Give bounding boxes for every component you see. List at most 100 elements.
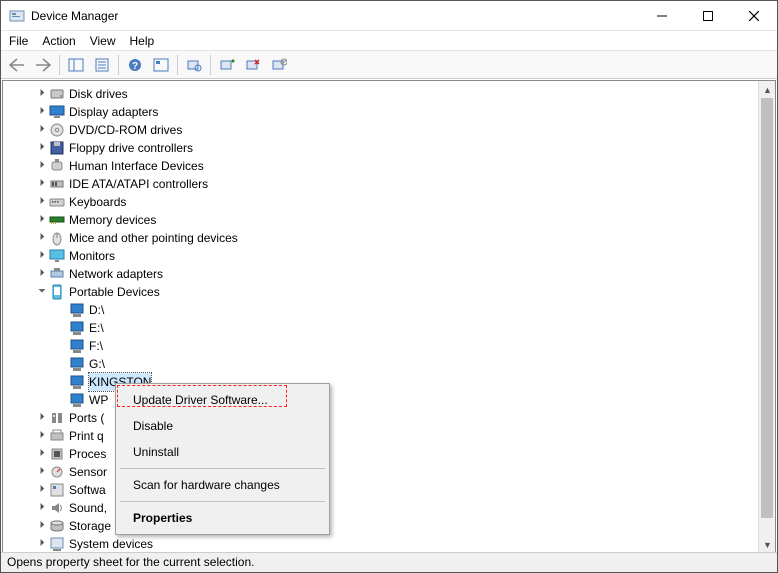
tree-label: Sensor [69, 463, 107, 481]
expand-arrow-icon[interactable]: ⏵ [35, 481, 49, 499]
tree-category[interactable]: ⏵ Monitors [15, 247, 775, 265]
disable-button[interactable] [267, 54, 291, 76]
scan-hardware-button[interactable] [182, 54, 206, 76]
expand-arrow-icon[interactable]: ⏵ [35, 265, 49, 283]
tree-category[interactable]: ⏵ IDE ATA/ATAPI controllers [15, 175, 775, 193]
tree-label: Ports ( [69, 409, 104, 427]
expand-arrow-icon[interactable]: ⏵ [35, 247, 49, 265]
scroll-down-button[interactable]: ▼ [759, 536, 776, 553]
context-menu-separator [120, 501, 325, 502]
minimize-button[interactable] [639, 1, 685, 30]
properties-button[interactable] [90, 54, 114, 76]
tree-device[interactable]: G:\ [15, 355, 775, 373]
device-tree-pane: ⏵ Disk drives⏵Display adapters⏵DVD/CD-ROM… [2, 80, 776, 554]
context-menu-item[interactable]: Disable [119, 413, 326, 439]
window-title: Device Manager [31, 9, 639, 23]
action-button[interactable] [149, 54, 173, 76]
cpu-icon [49, 446, 65, 462]
tree-device[interactable]: E:\ [15, 319, 775, 337]
memory-icon [49, 212, 65, 228]
tree-category[interactable]: ⏵Display adapters [15, 103, 775, 121]
monitor-icon [49, 248, 65, 264]
tree-category[interactable]: ⏵ Mice and other pointing devices [15, 229, 775, 247]
tree-label: IDE ATA/ATAPI controllers [69, 175, 208, 193]
nav-back-button[interactable] [5, 54, 29, 76]
sound-icon [49, 500, 65, 516]
tree-label: F:\ [89, 337, 103, 355]
show-hide-console-tree-button[interactable] [64, 54, 88, 76]
scroll-up-button[interactable]: ▲ [759, 81, 776, 98]
toolbar-separator [118, 55, 119, 75]
storage-icon [49, 518, 65, 534]
expand-arrow-icon[interactable]: ⏵ [35, 193, 49, 211]
tree-category[interactable]: ⏵ Network adapters [15, 265, 775, 283]
expand-arrow-icon[interactable]: ⏵ [35, 103, 49, 121]
scroll-thumb[interactable] [761, 98, 773, 518]
tree-label: Memory devices [69, 211, 156, 229]
close-button[interactable] [731, 1, 777, 30]
expand-arrow-icon[interactable]: ⏵ [35, 229, 49, 247]
expand-arrow-icon[interactable]: ⏵ [35, 121, 49, 139]
menu-action[interactable]: Action [42, 34, 75, 48]
toolbar-separator [210, 55, 211, 75]
expand-arrow-icon[interactable]: ⏵ [35, 427, 49, 445]
update-driver-button[interactable] [215, 54, 239, 76]
tree-category[interactable]: ⏵ System devices [15, 535, 775, 553]
nav-forward-button[interactable] [31, 54, 55, 76]
hid-icon [49, 158, 65, 174]
menu-view[interactable]: View [90, 34, 116, 48]
ide-icon [49, 176, 65, 192]
menu-bar: File Action View Help [1, 31, 777, 51]
tree-label: Disk drives [69, 85, 128, 103]
ports-icon [49, 410, 65, 426]
menu-file[interactable]: File [9, 34, 28, 48]
menu-help[interactable]: Help [130, 34, 155, 48]
svg-text:?: ? [132, 61, 138, 72]
tree-category[interactable]: ⏵Floppy drive controllers [15, 139, 775, 157]
maximize-button[interactable] [685, 1, 731, 30]
tree-category[interactable]: ⏵ Memory devices [15, 211, 775, 229]
tree-label: Network adapters [69, 265, 163, 283]
context-menu-item[interactable]: Scan for hardware changes [119, 472, 326, 498]
expand-arrow-icon[interactable]: ⏵ [35, 175, 49, 193]
expand-arrow-icon[interactable]: ⏵ [35, 157, 49, 175]
tree-category[interactable]: ⏵ Keyboards [15, 193, 775, 211]
expand-arrow-icon[interactable]: ⏵ [35, 517, 49, 535]
expand-arrow-icon[interactable]: ⏵ [35, 499, 49, 517]
expand-arrow-icon[interactable]: ⏵ [35, 409, 49, 427]
tree-category[interactable]: ⏷Portable Devices [15, 283, 775, 301]
expand-arrow-icon[interactable]: ⏵ [35, 139, 49, 157]
tree-label: Keyboards [69, 193, 126, 211]
context-menu-highlight [117, 385, 287, 407]
tree-device[interactable]: D:\ [15, 301, 775, 319]
uninstall-button[interactable] [241, 54, 265, 76]
expand-arrow-icon[interactable]: ⏵ [35, 211, 49, 229]
tree-label: Mice and other pointing devices [69, 229, 238, 247]
system-icon [49, 536, 65, 552]
context-menu-item[interactable]: Properties [119, 505, 326, 531]
context-menu-item[interactable]: Uninstall [119, 439, 326, 465]
tree-label: Monitors [69, 247, 115, 265]
tree-category[interactable]: ⏵Human Interface Devices [15, 157, 775, 175]
vertical-scrollbar[interactable]: ▲ ▼ [758, 81, 775, 553]
dvd-icon [49, 122, 65, 138]
title-bar: Device Manager [1, 1, 777, 31]
disk-icon [49, 86, 65, 102]
expand-arrow-icon[interactable]: ⏵ [35, 463, 49, 481]
network-icon [49, 266, 65, 282]
expand-arrow-icon[interactable]: ⏵ [35, 445, 49, 463]
context-menu-separator [120, 468, 325, 469]
display-icon [49, 104, 65, 120]
help-button[interactable]: ? [123, 54, 147, 76]
portable-icon [49, 284, 65, 300]
expand-arrow-icon[interactable]: ⏷ [35, 283, 49, 301]
tree-device[interactable]: F:\ [15, 337, 775, 355]
tree-category[interactable]: ⏵ Disk drives [15, 85, 775, 103]
app-icon [9, 8, 25, 24]
expand-arrow-icon[interactable]: ⏵ [35, 85, 49, 103]
tree-label: WP [89, 391, 108, 409]
expand-arrow-icon[interactable]: ⏵ [35, 535, 49, 553]
tree-label: System devices [69, 535, 153, 553]
drive-icon [69, 374, 85, 390]
tree-category[interactable]: ⏵DVD/CD-ROM drives [15, 121, 775, 139]
